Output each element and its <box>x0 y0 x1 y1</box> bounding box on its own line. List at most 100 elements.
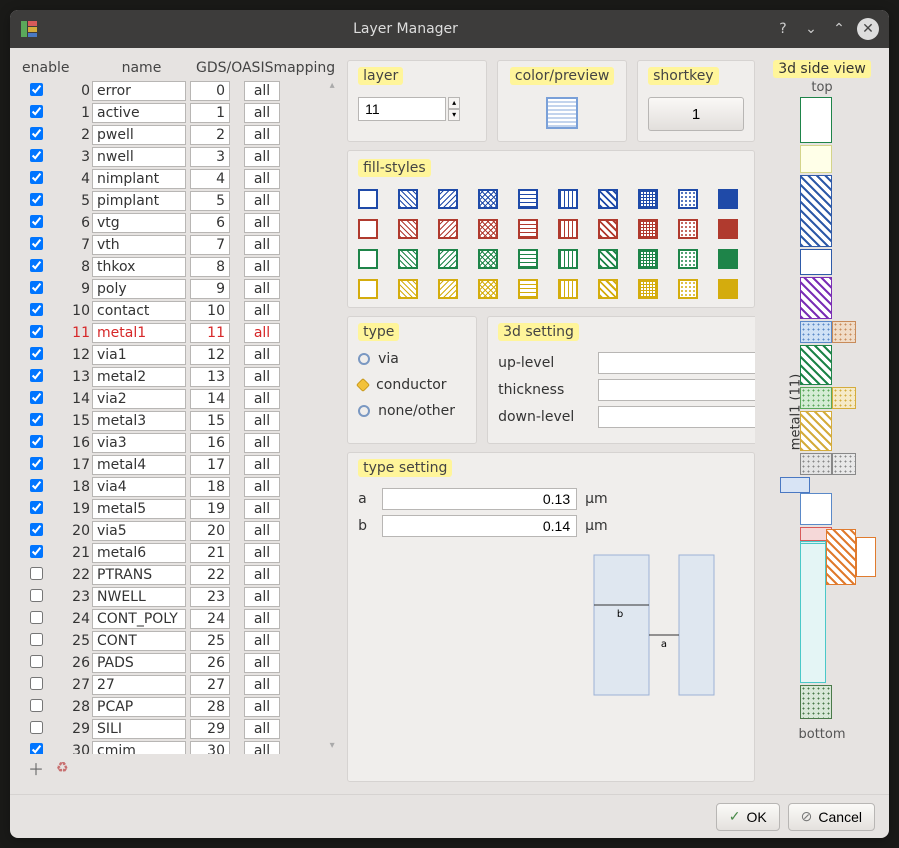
layer-mapping-cell[interactable]: all <box>244 213 280 233</box>
layer-name-cell[interactable]: metal3 <box>92 411 186 431</box>
layer-name-cell[interactable]: nwell <box>92 147 186 167</box>
enable-checkbox[interactable] <box>30 655 43 668</box>
layer-mapping-cell[interactable]: all <box>244 587 280 607</box>
layer-gds-cell[interactable]: 23 <box>190 587 230 607</box>
layer-gds-cell[interactable]: 29 <box>190 719 230 739</box>
layer-row[interactable]: 7vth7all <box>22 234 335 256</box>
enable-checkbox[interactable] <box>30 193 43 206</box>
fill-swatch[interactable] <box>558 249 578 269</box>
layer-gds-cell[interactable]: 4 <box>190 169 230 189</box>
layer-name-cell[interactable]: via1 <box>92 345 186 365</box>
enable-checkbox[interactable] <box>30 259 43 272</box>
layer-row[interactable]: 26PADS26all <box>22 652 335 674</box>
layer-row[interactable]: 17metal417all <box>22 454 335 476</box>
layer-name-cell[interactable]: vtg <box>92 213 186 233</box>
layer-mapping-cell[interactable]: all <box>244 191 280 211</box>
minimize-button[interactable]: ⌄ <box>801 19 821 39</box>
layer-row[interactable]: 30cmim30all <box>22 740 335 754</box>
layer-gds-cell[interactable]: 22 <box>190 565 230 585</box>
enable-checkbox[interactable] <box>30 105 43 118</box>
enable-checkbox[interactable] <box>30 83 43 96</box>
layer-row[interactable]: 24CONT_POLY24all <box>22 608 335 630</box>
fill-swatch[interactable] <box>558 279 578 299</box>
enable-checkbox[interactable] <box>30 457 43 470</box>
layer-mapping-cell[interactable]: all <box>244 741 280 754</box>
maximize-button[interactable]: ⌃ <box>829 19 849 39</box>
layer-row[interactable]: 1active1all <box>22 102 335 124</box>
layer-row[interactable]: 3nwell3all <box>22 146 335 168</box>
cancel-button[interactable]: ⊘Cancel <box>788 803 875 831</box>
layer-gds-cell[interactable]: 2 <box>190 125 230 145</box>
layer-row[interactable]: 6vtg6all <box>22 212 335 234</box>
layer-name-cell[interactable]: CONT_POLY <box>92 609 186 629</box>
layer-row[interactable]: 29SILI29all <box>22 718 335 740</box>
layer-mapping-cell[interactable]: all <box>244 103 280 123</box>
layer-name-cell[interactable]: pwell <box>92 125 186 145</box>
layer-mapping-cell[interactable]: all <box>244 257 280 277</box>
layer-row[interactable]: 8thkox8all <box>22 256 335 278</box>
ok-button[interactable]: ✓OK <box>716 803 780 831</box>
type-via[interactable]: via <box>358 351 466 367</box>
layer-gds-cell[interactable]: 21 <box>190 543 230 563</box>
fill-swatch[interactable] <box>398 279 418 299</box>
layer-mapping-cell[interactable]: all <box>244 455 280 475</box>
layer-gds-cell[interactable]: 10 <box>190 301 230 321</box>
layer-mapping-cell[interactable]: all <box>244 719 280 739</box>
layer-name-cell[interactable]: contact <box>92 301 186 321</box>
fill-swatch[interactable] <box>598 219 618 239</box>
fill-swatch[interactable] <box>718 279 738 299</box>
layer-mapping-cell[interactable]: all <box>244 565 280 585</box>
layer-row[interactable]: 25CONT25all <box>22 630 335 652</box>
fill-swatch[interactable] <box>398 189 418 209</box>
layer-name-cell[interactable]: error <box>92 81 186 101</box>
layer-row[interactable]: 0error0all <box>22 80 335 102</box>
fill-swatch[interactable] <box>678 249 698 269</box>
layer-mapping-cell[interactable]: all <box>244 81 280 101</box>
layer-gds-cell[interactable]: 8 <box>190 257 230 277</box>
uplevel-input[interactable] <box>598 352 755 374</box>
layer-row[interactable]: 21metal621all <box>22 542 335 564</box>
layer-name-cell[interactable]: via5 <box>92 521 186 541</box>
help-button[interactable]: ? <box>773 19 793 39</box>
layer-mapping-cell[interactable]: all <box>244 543 280 563</box>
thickness-input[interactable] <box>598 379 755 401</box>
layer-name-cell[interactable]: CONT <box>92 631 186 651</box>
enable-checkbox[interactable] <box>30 237 43 250</box>
fill-swatch[interactable] <box>638 189 658 209</box>
layer-number-input[interactable] <box>358 97 446 121</box>
fill-swatch[interactable] <box>438 249 458 269</box>
layer-mapping-cell[interactable]: all <box>244 697 280 717</box>
layer-mapping-cell[interactable]: all <box>244 499 280 519</box>
fill-swatch[interactable] <box>558 189 578 209</box>
layer-name-cell[interactable]: thkox <box>92 257 186 277</box>
layer-name-cell[interactable]: vth <box>92 235 186 255</box>
enable-checkbox[interactable] <box>30 633 43 646</box>
enable-checkbox[interactable] <box>30 545 43 558</box>
layer-row[interactable]: 16via316all <box>22 432 335 454</box>
color-preview-swatch[interactable] <box>546 97 578 129</box>
fill-swatch[interactable] <box>718 249 738 269</box>
enable-checkbox[interactable] <box>30 281 43 294</box>
layer-row[interactable]: 20via520all <box>22 520 335 542</box>
enable-checkbox[interactable] <box>30 479 43 492</box>
downlevel-input[interactable] <box>598 406 755 428</box>
fill-swatch[interactable] <box>438 189 458 209</box>
fill-swatch[interactable] <box>678 189 698 209</box>
scrollbar[interactable]: ▴ ▾ <box>325 80 335 754</box>
fill-swatch[interactable] <box>478 189 498 209</box>
layer-gds-cell[interactable]: 28 <box>190 697 230 717</box>
layer-row[interactable]: 11metal111all <box>22 322 335 344</box>
enable-checkbox[interactable] <box>30 699 43 712</box>
enable-checkbox[interactable] <box>30 435 43 448</box>
layer-mapping-cell[interactable]: all <box>244 631 280 651</box>
enable-checkbox[interactable] <box>30 501 43 514</box>
fill-swatch[interactable] <box>478 219 498 239</box>
layer-gds-cell[interactable]: 26 <box>190 653 230 673</box>
layer-name-cell[interactable]: active <box>92 103 186 123</box>
layer-gds-cell[interactable]: 3 <box>190 147 230 167</box>
layer-name-cell[interactable]: via4 <box>92 477 186 497</box>
layer-row[interactable]: 13metal213all <box>22 366 335 388</box>
scroll-up-icon[interactable]: ▴ <box>330 80 335 94</box>
fill-swatch[interactable] <box>478 279 498 299</box>
fill-swatch[interactable] <box>518 219 538 239</box>
